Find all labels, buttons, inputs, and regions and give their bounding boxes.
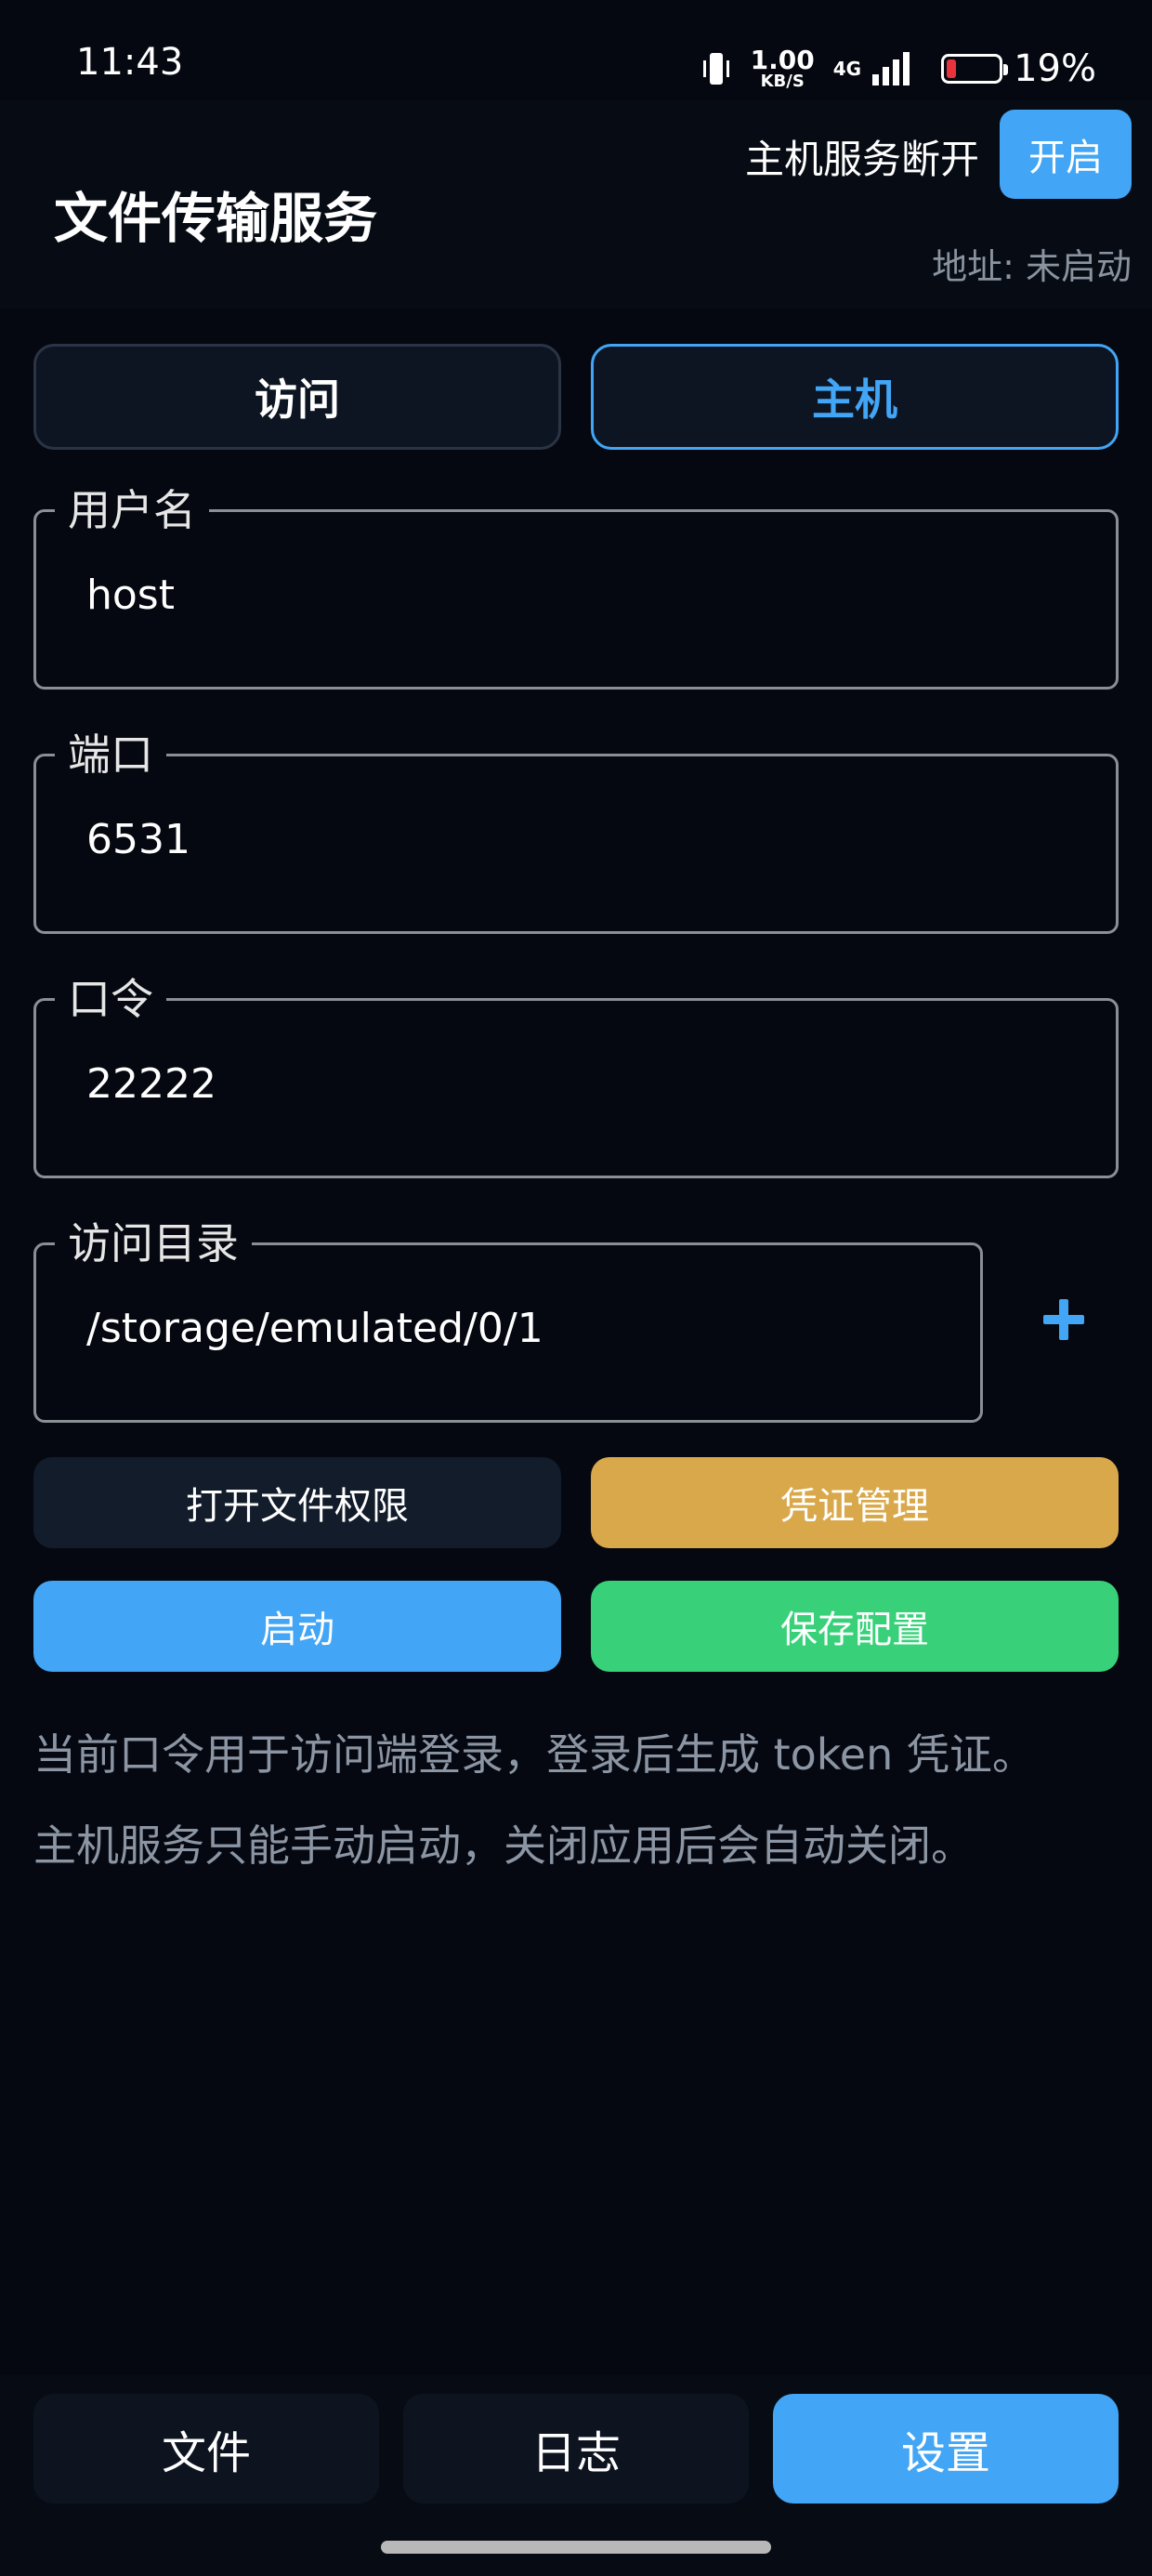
open-service-button[interactable]: 开启 <box>1000 110 1132 199</box>
info-text-line: 当前口令用于访问端登录，登录后生成 token 凭证。 <box>33 1729 1035 1780</box>
page-title: 文件传输服务 <box>54 187 378 250</box>
password-label: 口令 <box>55 971 166 1027</box>
address-text: 地址: 未启动 <box>932 246 1132 287</box>
battery-fill <box>947 59 957 78</box>
username-field[interactable]: 用户名 host <box>33 482 1119 690</box>
directory-label: 访问目录 <box>55 1216 252 1271</box>
start-button[interactable]: 启动 <box>33 1581 561 1672</box>
directory-input[interactable]: /storage/emulated/0/1 <box>86 1305 543 1352</box>
nav-settings[interactable]: 设置 <box>773 2394 1119 2504</box>
port-input[interactable]: 6531 <box>86 816 190 863</box>
password-field[interactable]: 口令 22222 <box>33 971 1119 1178</box>
host-status-text: 主机服务断开 <box>744 137 979 182</box>
tab-visit[interactable]: 访问 <box>33 344 561 450</box>
port-label: 端口 <box>55 727 166 782</box>
net-speed: 1.00 KB/S <box>751 47 815 90</box>
port-field[interactable]: 端口 6531 <box>33 727 1119 934</box>
credential-manage-button[interactable]: 凭证管理 <box>591 1457 1119 1548</box>
tab-host[interactable]: 主机 <box>591 344 1119 450</box>
battery-icon <box>941 54 1009 84</box>
info-text-line: 主机服务只能手动启动，关闭应用后会自动关闭。 <box>33 1820 974 1871</box>
net-speed-unit: KB/S <box>760 72 805 91</box>
status-time: 11:43 <box>76 41 184 84</box>
home-indicator[interactable] <box>381 2541 771 2554</box>
nav-files[interactable]: 文件 <box>33 2394 379 2504</box>
username-label: 用户名 <box>55 482 209 538</box>
save-config-button[interactable]: 保存配置 <box>591 1581 1119 1672</box>
battery-percent: 19% <box>1014 47 1096 90</box>
username-input[interactable]: host <box>86 572 175 619</box>
directory-field[interactable]: 访问目录 /storage/emulated/0/1 <box>33 1216 983 1423</box>
nav-logs[interactable]: 日志 <box>403 2394 749 2504</box>
plus-icon[interactable] <box>1031 1282 1096 1357</box>
network-type: 4G <box>832 58 862 80</box>
status-icons: 1.00 KB/S 4G 19% <box>702 41 1096 97</box>
net-speed-value: 1.00 <box>750 45 815 75</box>
vibrate-icon <box>702 51 730 86</box>
signal-icon <box>872 52 910 85</box>
open-permission-button[interactable]: 打开文件权限 <box>33 1457 561 1548</box>
password-input[interactable]: 22222 <box>86 1060 216 1108</box>
